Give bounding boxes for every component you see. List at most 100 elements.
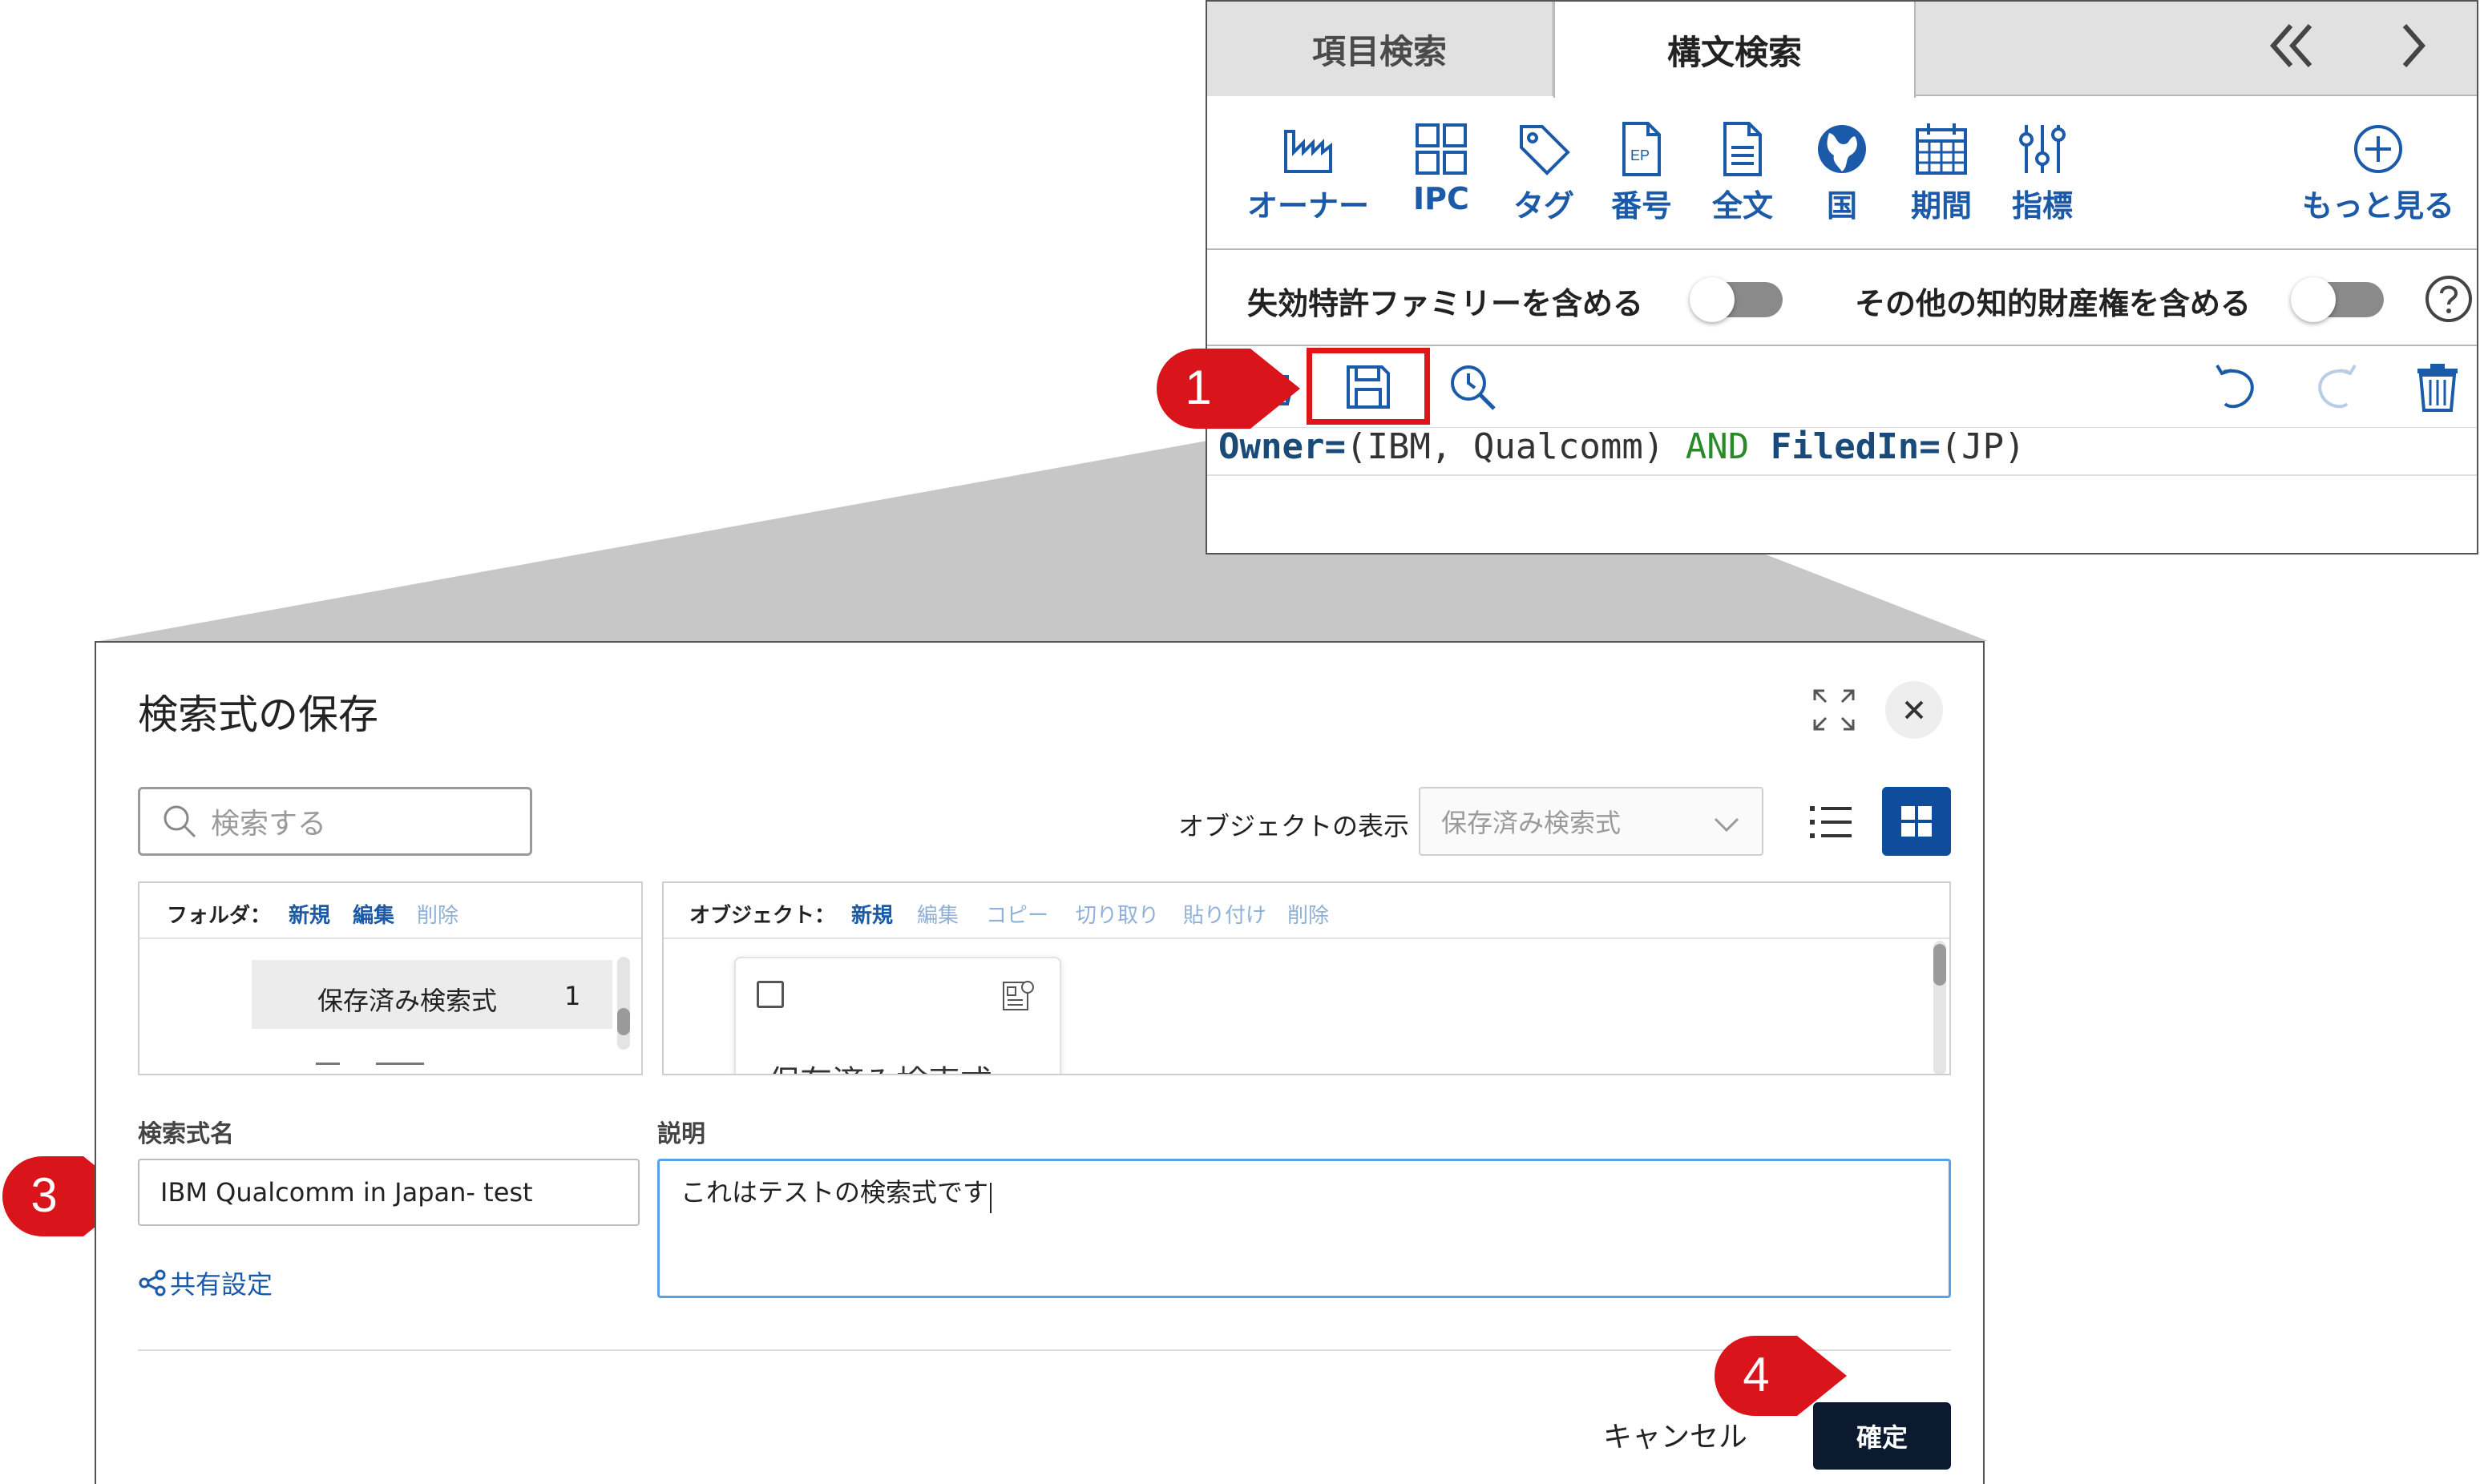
syntax-search-panel: 項目検索 構文検索 オーナー IPC タグ EP 番号 全文 国 期間 指標 も…	[1206, 0, 2478, 554]
object-delete-button[interactable]: 削除	[1287, 899, 1329, 929]
lapsed-family-toggle[interactable]	[1690, 277, 1783, 322]
more-button[interactable]: もっと見る	[2302, 120, 2454, 225]
ep-document-icon: EP	[1622, 122, 1661, 176]
query-editor-line[interactable]: Owner=(IBM, Qualcomm) AND FiledIn=(JP)	[1218, 426, 2026, 467]
toggle-knob	[2291, 277, 2336, 322]
object-panel-header: オブジェクト： 新規 編集 コピー 切り取り 貼り付け 削除	[664, 883, 1949, 939]
tag-icon	[1520, 125, 1570, 175]
period-button[interactable]: 期間	[1911, 120, 1972, 225]
list-view-icon[interactable]	[1807, 798, 1855, 846]
description-label: 説明	[657, 1120, 705, 1148]
double-chevron-left-icon[interactable]	[2264, 18, 2320, 74]
folder-edit-button[interactable]: 編集	[353, 899, 394, 929]
folder-header-label: フォルダ：	[167, 904, 272, 928]
query-and-operator: AND	[1664, 426, 1771, 467]
folder-item-partial	[316, 1051, 428, 1067]
tab-field-search[interactable]: 項目検索	[1207, 2, 1553, 96]
object-display-select[interactable]: 保存済み検索式	[1419, 787, 1763, 856]
owner-button[interactable]: オーナー	[1247, 120, 1369, 225]
calendar-icon	[1916, 123, 1967, 175]
object-card[interactable]: 保存済み検索式	[734, 957, 1061, 1074]
fulltext-button[interactable]: 全文	[1712, 120, 1773, 225]
search-icon	[164, 805, 196, 838]
share-settings-link[interactable]: 共有設定	[138, 1264, 273, 1301]
object-copy-button[interactable]: コピー	[986, 899, 1048, 929]
object-display-label: オブジェクトの表示	[1178, 811, 1410, 841]
description-value: これはテストの検索式です	[681, 1177, 989, 1208]
search-input[interactable]: 検索する	[138, 787, 532, 856]
lapsed-family-label: 失効特許ファミリーを含める	[1247, 286, 1644, 321]
toggle-knob	[1690, 277, 1735, 322]
other-ip-toggle[interactable]	[2291, 277, 2384, 322]
plus-circle-icon	[2354, 125, 2402, 173]
svg-text:EP: EP	[1630, 147, 1650, 163]
number-button[interactable]: EP 番号	[1611, 120, 1672, 225]
folder-new-button[interactable]: 新規	[289, 899, 330, 929]
query-filedin-keyword: FiledIn=	[1770, 426, 1941, 467]
folder-panel: フォルダ： 新規 編集 削除 保存済み検索式 1	[138, 881, 643, 1075]
country-button[interactable]: 国	[1813, 120, 1871, 225]
grid-view-icon[interactable]	[1882, 787, 1951, 856]
tag-button[interactable]: タグ	[1513, 120, 1574, 225]
redo-icon[interactable]	[2310, 361, 2363, 413]
folder-item-saved-queries[interactable]: 保存済み検索式 1	[252, 960, 612, 1029]
search-placeholder: 検索する	[211, 808, 327, 841]
object-edit-button[interactable]: 編集	[917, 899, 959, 929]
folder-item-count: 1	[564, 981, 581, 1011]
svg-text:4: 4	[1743, 1348, 1769, 1401]
folder-scrollbar[interactable]	[617, 1008, 630, 1035]
svg-text:3: 3	[30, 1168, 57, 1222]
save-icon-highlight	[1307, 348, 1430, 425]
tab-syntax-search[interactable]: 構文検索	[1553, 2, 1916, 98]
step-marker-4: 4	[1715, 1336, 1847, 1416]
folder-scroll-track	[617, 957, 630, 1050]
object-cut-button[interactable]: 切り取り	[1076, 899, 1159, 929]
dialog-title: 検索式の保存	[138, 692, 378, 738]
search-history-icon[interactable]	[1446, 361, 1499, 413]
cancel-button[interactable]: キャンセル	[1603, 1413, 1747, 1455]
query-divider	[1207, 474, 2477, 476]
query-name-label: 検索式名	[138, 1120, 234, 1148]
save-query-dialog: 検索式の保存 検索する オブジェクトの表示 保存済み検索式 フォルダ： 新規 編…	[95, 641, 1985, 1484]
query-name-input[interactable]: IBM Qualcomm in Japan- test	[138, 1159, 640, 1226]
query-name-value: IBM Qualcomm in Japan- test	[160, 1177, 533, 1208]
field-icon-row: オーナー IPC タグ EP 番号 全文 国 期間 指標 もっと見る	[1207, 98, 2477, 250]
expand-icon[interactable]	[1812, 688, 1856, 732]
object-new-button[interactable]: 新規	[851, 899, 893, 929]
other-ip-label: その他の知的財産権を含める	[1855, 286, 2252, 321]
object-paste-button[interactable]: 貼り付け	[1183, 899, 1266, 929]
dialog-footer-divider	[138, 1349, 1951, 1351]
folder-delete-button[interactable]: 削除	[417, 899, 458, 929]
undo-icon[interactable]	[2209, 361, 2262, 413]
object-card-checkbox[interactable]	[757, 981, 784, 1008]
folder-item-name: 保存済み検索式	[317, 986, 498, 1016]
close-icon[interactable]	[1885, 681, 1943, 739]
text-caret	[990, 1182, 992, 1213]
option-toggle-row: 失効特許ファミリーを含める その他の知的財産権を含める	[1207, 252, 2477, 346]
svg-text:1: 1	[1185, 361, 1211, 414]
grid-icon	[1416, 123, 1467, 175]
object-panel: オブジェクト： 新規 編集 コピー 切り取り 貼り付け 削除 保存済み検索式	[662, 881, 1951, 1075]
query-toolbar	[1207, 348, 2477, 428]
object-scrollbar[interactable]	[1933, 944, 1946, 986]
chevron-down-icon	[1714, 817, 1739, 833]
help-icon[interactable]	[2424, 274, 2474, 324]
folder-panel-header: フォルダ： 新規 編集 削除	[139, 883, 641, 939]
step-marker-1: 1	[1157, 349, 1300, 429]
object-header-label: オブジェクト：	[689, 904, 836, 928]
sliders-icon	[2019, 125, 2066, 173]
description-textarea[interactable]: これはテストの検索式です	[657, 1159, 1951, 1298]
factory-icon	[1284, 130, 1332, 173]
share-icon	[139, 1269, 166, 1296]
query-owner-values: (IBM, Qualcomm)	[1345, 426, 1665, 467]
object-display-value: 保存済み検索式	[1441, 808, 1622, 838]
chevron-right-icon[interactable]	[2385, 18, 2442, 74]
tab-bar: 項目検索 構文検索	[1207, 2, 2477, 98]
globe-icon	[1818, 125, 1866, 173]
query-filedin-values: (JP)	[1940, 426, 2026, 467]
indicator-button[interactable]: 指標	[2012, 120, 2073, 225]
document-text-icon	[1723, 122, 1762, 176]
query-owner-keyword: Owner=	[1218, 426, 1346, 467]
ipc-button[interactable]: IPC	[1412, 120, 1470, 216]
trash-icon[interactable]	[2411, 361, 2464, 413]
